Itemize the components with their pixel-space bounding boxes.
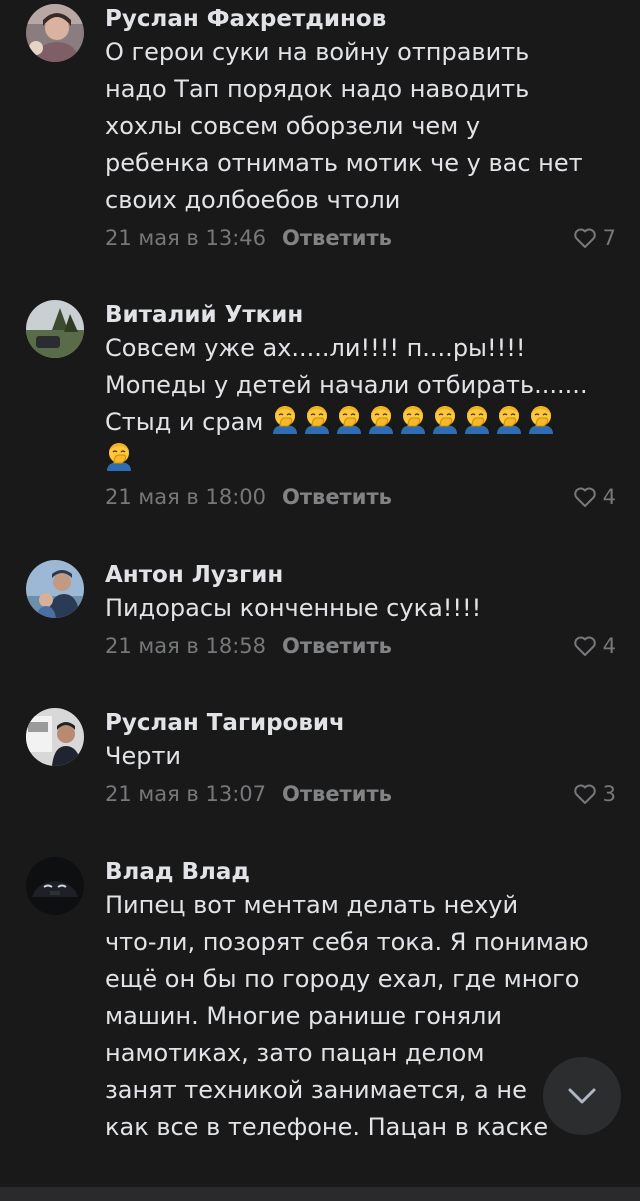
comment-text: О герои суки на войну отправить надо Тап… [105, 34, 614, 219]
avatar[interactable] [26, 4, 84, 62]
comment-text: Пидорасы конченные сука!!!! [105, 590, 614, 627]
face-with-hand-over-mouth-emoji [529, 406, 554, 434]
reply-button[interactable]: Ответить [282, 226, 392, 250]
heart-outline-icon [573, 784, 596, 804]
chevron-down-icon [568, 1088, 596, 1104]
comment-text-line: ребенка отнимать мотик че у вас нет [105, 149, 583, 177]
emoji-row [263, 406, 559, 436]
comment-text-line: надо Тап порядок надо наводить [105, 75, 530, 103]
comment-text-line: машин. Многие ранише гоняли [105, 1002, 502, 1030]
comment-text-line: Совсем уже ах.....ли!!!! п....ры!!!! [105, 334, 526, 362]
emoji-row [105, 441, 614, 478]
face-with-hand-over-mouth-emoji [273, 406, 298, 434]
comment-date: 21 мая в 13:46 [105, 226, 266, 250]
face-with-hand-over-mouth-emoji [107, 443, 131, 471]
comment-date: 21 мая в 18:58 [105, 634, 266, 658]
comment-text-line: Пидорасы конченные сука!!!! [105, 594, 482, 622]
comment-text-line: Мопеды у детей начали отбирать....... [105, 371, 588, 399]
face-with-hand-over-mouth-emoji [465, 406, 490, 434]
avatar[interactable] [26, 300, 84, 358]
comment-text: Совсем уже ах.....ли!!!! п....ры!!!! Моп… [105, 330, 614, 478]
avatar[interactable] [26, 857, 84, 915]
comment-text-line: ещё он бы по городу ехал, где много [105, 965, 580, 993]
comment-author[interactable]: Руслан Тагирович [105, 708, 614, 738]
like-count: 3 [602, 782, 616, 806]
bottom-bar [0, 1187, 640, 1201]
comment-text: Черти [105, 738, 614, 775]
reply-button[interactable]: Ответить [282, 485, 392, 509]
like-count: 7 [602, 226, 616, 250]
like-button[interactable]: 4 [573, 480, 616, 514]
comments-feed: Руслан Фахретдинов О герои суки на войну… [0, 0, 640, 1201]
comment-text-fragment: Стыд и срам [105, 408, 264, 436]
like-count: 4 [602, 485, 616, 509]
heart-outline-icon [573, 636, 596, 656]
comment-author[interactable]: Виталий Уткин [105, 300, 614, 330]
comment-text-line: занят техникой занимается, а не [105, 1076, 527, 1104]
like-button[interactable]: 3 [573, 777, 616, 811]
face-with-hand-over-mouth-emoji [401, 406, 426, 434]
comment-text-line: Черти [105, 742, 182, 770]
heart-outline-icon [573, 487, 596, 507]
comment-text-line: О герои суки на войну отправить [105, 38, 530, 66]
like-count: 4 [602, 634, 616, 658]
comment-meta: 21 мая в 18:00 Ответить 4 [105, 480, 616, 514]
face-with-hand-over-mouth-emoji [337, 406, 362, 434]
face-with-hand-over-mouth-emoji [433, 406, 458, 434]
comment-text-line: намотиках, зато пацан делом [105, 1039, 485, 1067]
avatar[interactable] [26, 708, 84, 766]
heart-outline-icon [573, 228, 596, 248]
comment-date: 21 мая в 13:07 [105, 782, 266, 806]
reply-button[interactable]: Ответить [282, 782, 392, 806]
face-with-hand-over-mouth-emoji [369, 406, 394, 434]
comment-text-line: как все в телефоне. Пацан в каске [105, 1113, 549, 1141]
comment-author[interactable]: Антон Лузгин [105, 560, 614, 590]
comment-text-line: своих долбоебов чтоли [105, 186, 401, 214]
face-with-hand-over-mouth-emoji [497, 406, 522, 434]
face-with-hand-over-mouth-emoji [305, 406, 330, 434]
avatar[interactable] [26, 560, 84, 618]
comment-author[interactable]: Руслан Фахретдинов [105, 4, 614, 34]
comment-text-line: хохлы совсем оборзели чем у [105, 112, 481, 140]
comment-date: 21 мая в 18:00 [105, 485, 266, 509]
comment-text-line: Пипец вот ментам делать нехуй [105, 891, 519, 919]
scroll-down-button[interactable] [543, 1057, 621, 1135]
like-button[interactable]: 4 [573, 629, 616, 663]
comment-text-line: что-ли, позорят себя тока. Я понимаю [105, 928, 589, 956]
like-button[interactable]: 7 [573, 221, 616, 255]
comment-meta: 21 мая в 18:58 Ответить 4 [105, 629, 616, 663]
comment-text-line: Стыд и срам [105, 404, 614, 441]
comment-author[interactable]: Влад Влад [105, 857, 614, 887]
comment-meta: 21 мая в 13:07 Ответить 3 [105, 777, 616, 811]
comment-text: Пипец вот ментам делать нехуй что-ли, по… [105, 887, 614, 1146]
reply-button[interactable]: Ответить [282, 634, 392, 658]
comment-meta: 21 мая в 13:46 Ответить 7 [105, 221, 616, 255]
